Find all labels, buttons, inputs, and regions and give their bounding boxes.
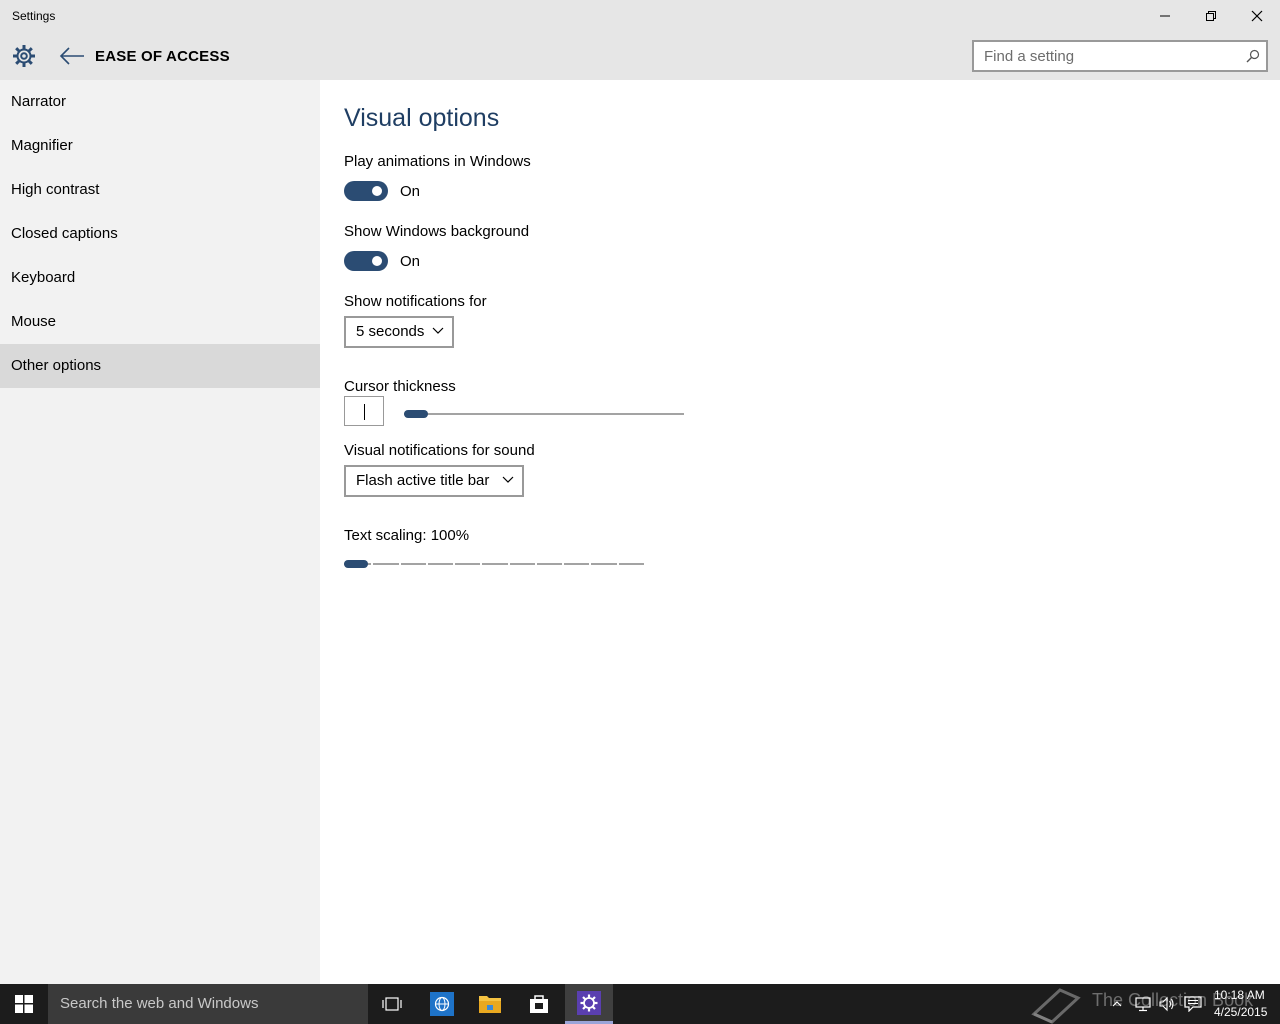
slider-tick: [398, 562, 401, 566]
sidebar: Narrator Magnifier High contrast Closed …: [0, 80, 320, 984]
cursor-preview: [344, 396, 384, 426]
notifications-duration-dropdown[interactable]: 5 seconds: [344, 316, 454, 348]
task-view-icon: [382, 997, 402, 1011]
toggle-knob: [372, 256, 382, 266]
settings-header: EASE OF ACCESS: [0, 32, 1280, 80]
show-background-label: Show Windows background: [344, 223, 530, 240]
network-icon[interactable]: [1134, 996, 1152, 1012]
play-animations-toggle[interactable]: [344, 181, 388, 201]
notifications-label: Show notifications for: [344, 293, 487, 310]
find-setting-search[interactable]: [972, 40, 1268, 72]
cursor-thickness-slider-thumb[interactable]: [404, 410, 428, 418]
slider-tick: [616, 562, 619, 566]
close-button[interactable]: [1234, 0, 1280, 32]
visual-notifications-label: Visual notifications for sound: [344, 442, 535, 459]
restore-button[interactable]: [1188, 0, 1234, 32]
file-explorer-button[interactable]: [466, 984, 514, 1024]
text-scaling-slider[interactable]: [344, 563, 644, 565]
settings-home-button[interactable]: [10, 42, 38, 70]
gear-icon: [577, 990, 601, 1015]
toggle-knob: [372, 186, 382, 196]
store-button[interactable]: [515, 984, 563, 1024]
taskbar: Search the web and Windows The Collectio…: [0, 984, 1280, 1024]
taskbar-search-placeholder: Search the web and Windows: [60, 995, 259, 1012]
title-bar: Settings: [0, 0, 1280, 32]
start-button[interactable]: [0, 984, 48, 1024]
sidebar-item-magnifier[interactable]: Magnifier: [0, 124, 320, 168]
action-center-icon[interactable]: [1184, 996, 1202, 1012]
minimize-button[interactable]: [1142, 0, 1188, 32]
chevron-down-icon: [502, 476, 514, 483]
sidebar-item-narrator[interactable]: Narrator: [0, 80, 320, 124]
back-arrow-icon: [59, 47, 84, 65]
slider-tick: [589, 562, 592, 566]
slider-tick: [480, 562, 483, 566]
slider-tick: [534, 562, 537, 566]
cursor-thickness-label: Cursor thickness: [344, 378, 456, 395]
browser-taskbar-button[interactable]: [418, 984, 466, 1024]
restore-icon: [1206, 11, 1216, 21]
store-icon: [530, 995, 548, 1013]
clock-date[interactable]: 4/25/2015: [1214, 1005, 1267, 1019]
taskbar-search-box[interactable]: Search the web and Windows: [48, 984, 368, 1024]
sidebar-item-closed-captions[interactable]: Closed captions: [0, 212, 320, 256]
main-content: Visual options Play animations in Window…: [320, 80, 1280, 984]
sidebar-item-high-contrast[interactable]: High contrast: [0, 168, 320, 212]
close-icon: [1251, 10, 1263, 22]
task-view-button[interactable]: [368, 984, 416, 1024]
chevron-up-icon[interactable]: [1112, 1000, 1122, 1008]
page-title: Visual options: [344, 104, 500, 132]
show-background-state: On: [400, 253, 421, 270]
slider-tick: [371, 562, 374, 566]
dropdown-value: Flash active title bar: [356, 472, 490, 489]
volume-icon[interactable]: [1158, 996, 1176, 1012]
window-title: Settings: [12, 9, 56, 23]
cursor-caret: [364, 404, 365, 420]
chevron-down-icon: [432, 327, 444, 334]
slider-tick: [425, 562, 428, 566]
back-button[interactable]: [58, 44, 86, 68]
gear-icon: [13, 45, 35, 67]
search-input[interactable]: [974, 42, 1224, 70]
text-scaling-slider-thumb[interactable]: [344, 560, 368, 568]
settings-taskbar-button[interactable]: [565, 984, 613, 1024]
clock-time[interactable]: 10:18 AM: [1214, 988, 1265, 1002]
globe-icon: [430, 992, 454, 1016]
show-background-toggle[interactable]: [344, 251, 388, 271]
dropdown-value: 5 seconds: [356, 323, 425, 340]
slider-tick: [453, 562, 456, 566]
windows-logo-icon: [15, 995, 33, 1013]
minimize-icon: [1160, 15, 1170, 17]
visual-notifications-dropdown[interactable]: Flash active title bar: [344, 465, 524, 497]
slider-tick: [562, 562, 565, 566]
play-animations-state: On: [400, 183, 421, 200]
slider-tick: [507, 562, 510, 566]
text-scaling-label: Text scaling: 100%: [344, 527, 470, 544]
folder-icon: [479, 996, 501, 1013]
sidebar-item-other-options[interactable]: Other options: [0, 344, 320, 388]
play-animations-label: Play animations in Windows: [344, 153, 531, 170]
sidebar-item-keyboard[interactable]: Keyboard: [0, 256, 320, 300]
search-icon[interactable]: [1246, 49, 1260, 63]
section-title: EASE OF ACCESS: [95, 48, 230, 65]
sidebar-item-mouse[interactable]: Mouse: [0, 300, 320, 344]
cursor-thickness-slider[interactable]: [404, 413, 684, 415]
book-watermark-icon: [1031, 988, 1081, 1024]
